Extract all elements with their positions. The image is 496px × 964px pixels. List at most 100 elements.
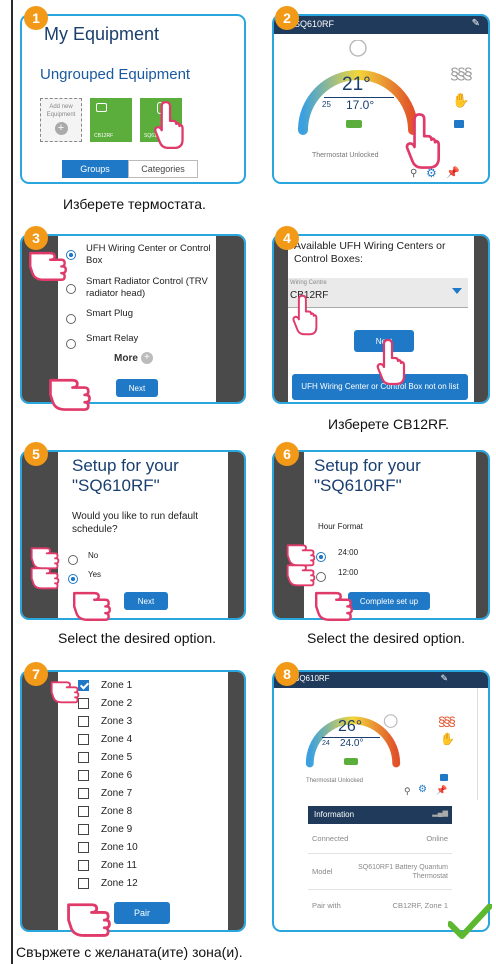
caption-select-option-6: Select the desired option. — [307, 630, 465, 646]
radio-relay[interactable] — [66, 338, 76, 349]
panel-step-1: My Equipment Ungrouped Equipment Add new… — [20, 14, 246, 184]
zone-item[interactable]: Zone 8 — [78, 806, 132, 817]
zone-checkbox[interactable] — [78, 824, 89, 835]
edit-icon[interactable]: ✎ — [440, 673, 448, 684]
dialog-heading: Available UFH Wiring Centers or Control … — [294, 240, 446, 265]
lock-icon[interactable] — [440, 774, 448, 781]
zone-item[interactable]: Zone 11 — [78, 860, 137, 871]
dropdown-arrow-icon — [452, 288, 462, 294]
caption-select-option-5: Select the desired option. — [58, 630, 216, 646]
zone-item[interactable]: Zone 6 — [78, 770, 132, 781]
add-new-equipment-tile[interactable]: Add new Equipment + — [40, 98, 82, 142]
radio-trv[interactable] — [66, 283, 76, 294]
zone-checkbox[interactable] — [78, 734, 89, 745]
low-temperature: 24 — [322, 740, 330, 747]
signal-icon: ▂▄▆ — [432, 810, 448, 817]
dim-overlay-right — [226, 672, 244, 930]
pin-icon[interactable]: 📌 — [436, 785, 447, 796]
next-button[interactable]: Next — [124, 592, 168, 610]
dim-overlay-right — [226, 452, 244, 618]
setpoint-temperature: 17.0° — [346, 98, 375, 112]
zone-item[interactable]: Zone 2 — [78, 698, 132, 709]
pair-button[interactable]: Pair — [114, 902, 170, 924]
current-temperature: 21° — [342, 74, 371, 95]
zone-item[interactable]: Zone 9 — [78, 824, 132, 835]
info-row-pair-with: Pair with CB12RF, Zone 1 — [312, 900, 448, 910]
pin-icon[interactable]: 📌 — [446, 166, 460, 179]
device-name: SQ610RF — [294, 19, 335, 29]
ungrouped-heading: Ungrouped Equipment — [40, 66, 191, 83]
zone-checkbox[interactable] — [78, 842, 89, 853]
zone-checkbox[interactable] — [78, 770, 89, 781]
eco-badge — [344, 758, 358, 765]
zone-checkbox[interactable] — [78, 788, 89, 799]
next-button[interactable]: Next — [116, 379, 158, 397]
lock-icon[interactable] — [454, 120, 464, 128]
radio-12h[interactable] — [316, 571, 326, 582]
panel-step-7: Zone 1 Zone 2 Zone 3 Zone 4 Zone 5 Zone … — [20, 670, 246, 932]
current-temperature: 26° — [338, 718, 363, 735]
pointing-hand-icon — [28, 251, 68, 281]
option-24h[interactable] — [316, 548, 326, 566]
setup-title: Setup for your "SQ610RF" — [72, 456, 179, 495]
option-trv[interactable] — [66, 280, 76, 298]
step-badge-1: 1 — [24, 6, 48, 30]
tab-categories[interactable]: Categories — [128, 160, 198, 178]
gear-icon[interactable]: ⚙ — [418, 784, 427, 795]
option-relay[interactable] — [66, 335, 76, 353]
more-button[interactable]: More + — [114, 352, 153, 364]
dim-overlay-right — [474, 236, 488, 402]
tab-groups[interactable]: Groups — [62, 160, 128, 178]
zone-checkbox[interactable] — [78, 752, 89, 763]
complete-setup-button[interactable]: Complete set up — [348, 592, 430, 610]
device-header: SQ610RF ✎ — [274, 672, 488, 688]
plus-icon: + — [54, 122, 68, 135]
panel-step-5: Setup for your "SQ610RF" Would you like … — [20, 450, 246, 620]
thermostat-status: Thermostat Unlocked — [306, 778, 364, 784]
my-equipment-title: My Equipment — [44, 24, 160, 44]
pointing-hand-icon — [286, 564, 316, 587]
manual-hand-icon: ✋ — [452, 92, 470, 108]
setup-question: Would you like to run default schedule? — [72, 511, 199, 535]
pointing-hand-icon — [315, 591, 353, 621]
pointing-hand-icon — [405, 113, 441, 169]
zone-checkbox[interactable] — [78, 878, 89, 889]
equipment-tile-cb12rf[interactable]: CB12RF — [90, 98, 132, 142]
zone-item[interactable]: Zone 10 — [78, 842, 138, 853]
zone-checkbox[interactable] — [78, 806, 89, 817]
zone-item[interactable]: Zone 3 — [78, 716, 132, 727]
caption-select-cb12rf: Изберете CB12RF. — [328, 416, 450, 432]
zoom-icon[interactable]: ⚲ — [404, 786, 411, 797]
radio-24h[interactable] — [316, 551, 326, 562]
step-badge-6: 6 — [275, 442, 299, 466]
device-name: SQ610RF — [294, 674, 330, 683]
zone-item[interactable]: Zone 1 — [78, 680, 132, 691]
zone-item[interactable]: Zone 4 — [78, 734, 132, 745]
low-temperature: 25 — [322, 100, 331, 109]
step-badge-8: 8 — [275, 662, 299, 686]
edit-icon[interactable]: ✎ — [472, 18, 480, 29]
option-plug[interactable] — [66, 310, 76, 328]
dim-overlay-left — [274, 236, 288, 402]
zone-item[interactable]: Zone 7 — [78, 788, 132, 799]
thermostat-card: 26° 24 24.0° §§§ ✋ Thermostat Unlocked ⚲… — [298, 688, 478, 800]
zone-checkbox[interactable] — [78, 716, 89, 727]
zone-item[interactable]: Zone 5 — [78, 752, 132, 763]
radio-plug[interactable] — [66, 313, 76, 324]
info-row-connected: Connected Online — [308, 824, 452, 854]
heating-icon: §§§ — [438, 714, 456, 729]
step-badge-5: 5 — [24, 442, 48, 466]
pointing-hand-icon — [154, 100, 184, 150]
dim-overlay-left — [22, 672, 58, 930]
panel-step-2: SQ610RF ✎ 21° 25 17.0° ECO §§§ ✋ Thermos… — [272, 14, 490, 184]
option-no[interactable] — [68, 551, 78, 569]
checkmark-icon — [448, 904, 492, 939]
wiring-centre-icon — [96, 103, 107, 112]
pointing-hand-icon — [67, 903, 111, 937]
radio-no[interactable] — [68, 554, 78, 565]
zone-checkbox[interactable] — [78, 860, 89, 871]
margin-line — [11, 0, 13, 964]
panel-step-6: Setup for your "SQ610RF" Hour Format 24:… — [272, 450, 490, 620]
temperature-dial[interactable] — [298, 692, 408, 780]
zone-item[interactable]: Zone 12 — [78, 878, 138, 889]
